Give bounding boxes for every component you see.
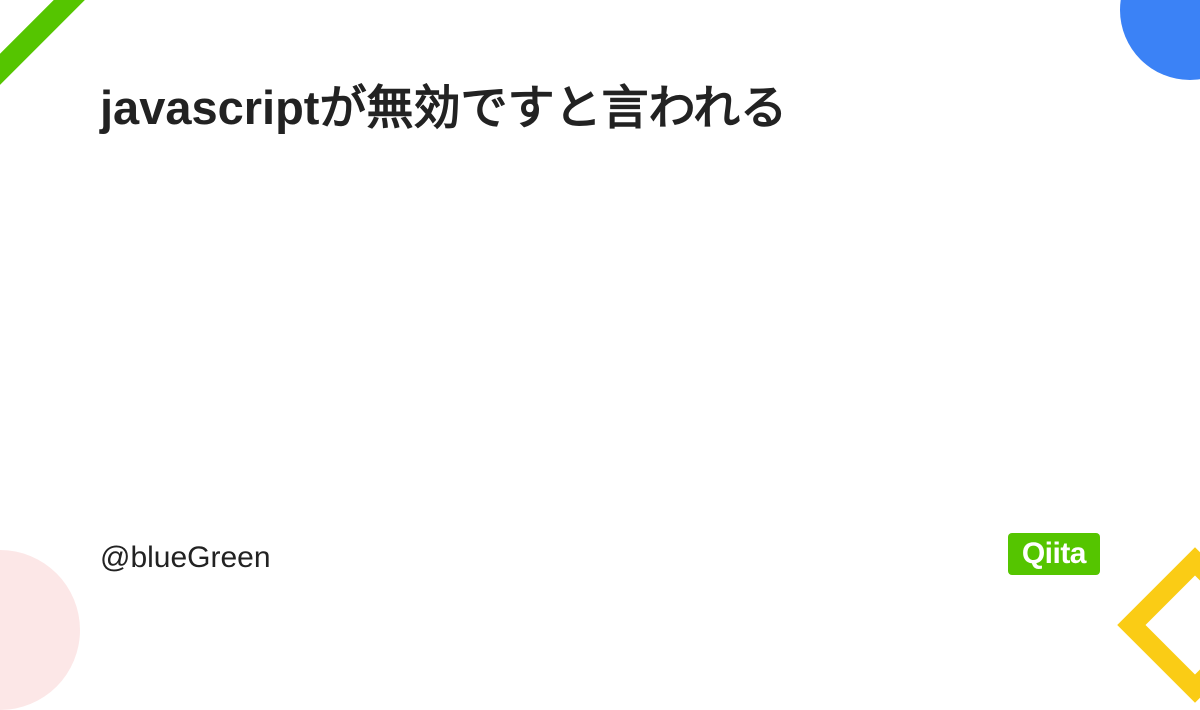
decoration-bottom-right [1117, 547, 1200, 703]
decoration-bottom-left [0, 550, 80, 710]
author-handle: @blueGreen [100, 541, 271, 575]
article-title: javascriptが無効ですと言われる [100, 75, 1100, 141]
qiita-logo: Qiita [1008, 533, 1100, 575]
decoration-top-right [1120, 0, 1200, 80]
decoration-top-left [0, 0, 85, 85]
